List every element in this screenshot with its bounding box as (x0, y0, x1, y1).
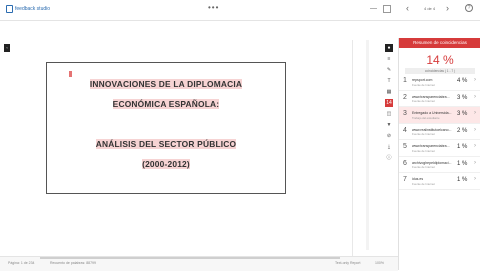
match-row[interactable]: 3 Entregado a Universida... Trabajo del es… (399, 107, 480, 124)
page-count: Página: 1 de 234 (8, 261, 35, 265)
match-number: 6 (403, 159, 407, 167)
status-bar: Página: 1 de 234 Recuento de palabras: 8… (0, 256, 398, 271)
chevron-right-icon[interactable]: › (474, 143, 476, 149)
match-row[interactable]: 4 www.realinstitutoelcano... Fuente de Int… (399, 124, 480, 140)
help-icon[interactable]: ? (465, 4, 473, 12)
match-source: idus.es (412, 177, 424, 181)
match-source-type: Fuente de Internet (412, 165, 435, 169)
match-row[interactable]: 7 idus.es Fuente de Internet 1 % › (399, 173, 480, 190)
match-list: 1 repsport.com Fuente de Internet 4 % › 2 www.… (399, 74, 480, 190)
collapse-sidebar-button[interactable]: ‹ (4, 44, 10, 52)
chevron-right-icon[interactable]: › (474, 176, 476, 182)
match-row[interactable]: 6 archivoghepeldiplomaci... Fuente de Inte… (399, 157, 480, 173)
match-source: repsport.com (412, 78, 433, 82)
match-percentage: 3 % (457, 94, 468, 101)
layers-icon[interactable]: ● (385, 44, 393, 52)
info-icon[interactable]: ⓘ (385, 154, 393, 162)
panel-title: Resumen de coincidencias (399, 38, 480, 48)
match-percentage: 1 % (457, 160, 468, 167)
next-page-button[interactable]: › (446, 3, 449, 13)
top-bar: feedback studio ••• — ‹ 4 de 4 › ? (0, 0, 480, 21)
document-scrollbar[interactable] (366, 40, 369, 250)
match-row[interactable]: 2 www.transparenciabra... Fuente de Intern… (399, 91, 480, 107)
word-count: Recuento de palabras: 88799 (50, 261, 96, 265)
match-source-type: Fuente de Internet (412, 181, 435, 186)
download-icon[interactable]: ⤓ (385, 143, 393, 151)
exclude-icon[interactable]: ⊘ (385, 132, 393, 140)
match-percentage: 4 % (457, 78, 468, 84)
grid-icon[interactable]: ▦ (385, 88, 393, 96)
match-source: www.transparenciabra... (412, 144, 450, 148)
match-number: 2 (403, 93, 407, 101)
match-marker (69, 71, 72, 77)
match-number: 5 (403, 143, 407, 150)
match-source: archivoghepeldiplomaci... (412, 160, 452, 165)
match-row[interactable]: 1 repsport.com Fuente de Internet 4 % › (399, 74, 480, 91)
match-source: Entregado a Universida... (412, 111, 452, 115)
chevron-right-icon[interactable]: › (474, 77, 476, 83)
comment-icon[interactable]: ✎ (385, 66, 393, 74)
chevron-right-icon[interactable]: › (474, 110, 476, 116)
chevron-right-icon[interactable]: › (474, 94, 476, 100)
page-indicator: 4 de 4 (424, 6, 436, 11)
minimize-icon[interactable]: — (370, 5, 377, 12)
tool-strip: ● ≡ ✎ T ▦ 14 ◫ ▼ ⊘ ⤓ ⓘ (384, 40, 394, 170)
match-source-type: Fuente de Internet (412, 99, 435, 103)
chevron-right-icon[interactable]: › (474, 160, 476, 166)
horizontal-scrollbar[interactable] (40, 257, 340, 259)
match-source: www.realinstitutoelcano... (412, 127, 452, 132)
filter-icon[interactable]: ≡ (385, 55, 393, 63)
previous-page-button[interactable]: ‹ (406, 3, 409, 13)
match-number: 1 (403, 77, 407, 84)
more-menu-button[interactable]: ••• (208, 3, 219, 12)
match-percentage: 1 % (457, 177, 468, 183)
title-line-3: ANÁLISIS DEL SECTOR PÚBLICO (95, 139, 237, 149)
match-source-type: Trabajo del estudiante (412, 115, 440, 120)
match-overview-panel: Resumen de coincidencias 14 % coincidenc… (398, 38, 480, 270)
similarity-score: 14 % (426, 53, 454, 67)
match-source-type: Fuente de Internet (412, 148, 435, 153)
title-line-2: ECONÓMICA ESPAÑOLA: (112, 99, 220, 109)
feedback-studio-icon (6, 5, 13, 13)
view-icon[interactable]: ◫ (385, 110, 393, 118)
match-number: 7 (403, 176, 407, 183)
match-number: 4 (403, 126, 407, 134)
similarity-score-icon[interactable]: 14 (385, 99, 393, 107)
match-source-type: Fuente de Internet (412, 132, 435, 136)
match-percentage: 2 % (457, 127, 468, 134)
match-row[interactable]: 5 www.transparenciabra... Fuente de Intern… (399, 140, 480, 157)
app-logo: feedback studio (6, 5, 50, 13)
document-page: INNOVACIONES DE LA DIPLOMACIA ECONÓMICA … (46, 62, 286, 194)
fullscreen-icon[interactable] (383, 5, 391, 13)
app-name: feedback studio (15, 6, 51, 12)
title-line-4: (2000-2012) (142, 159, 190, 169)
report-mode[interactable]: Text-only Report (335, 261, 360, 265)
chevron-right-icon[interactable]: › (474, 127, 476, 133)
text-icon[interactable]: T (385, 77, 393, 85)
match-number: 3 (403, 110, 407, 117)
match-percentage: 3 % (457, 111, 468, 117)
match-source: www.transparenciabra... (412, 94, 450, 99)
match-percentage: 1 % (457, 144, 468, 150)
funnel-icon[interactable]: ▼ (385, 121, 393, 129)
title-line-1: INNOVACIONES DE LA DIPLOMACIA (89, 79, 243, 89)
zoom-level[interactable]: 100% (375, 261, 384, 265)
match-source-type: Fuente de Internet (412, 82, 435, 87)
